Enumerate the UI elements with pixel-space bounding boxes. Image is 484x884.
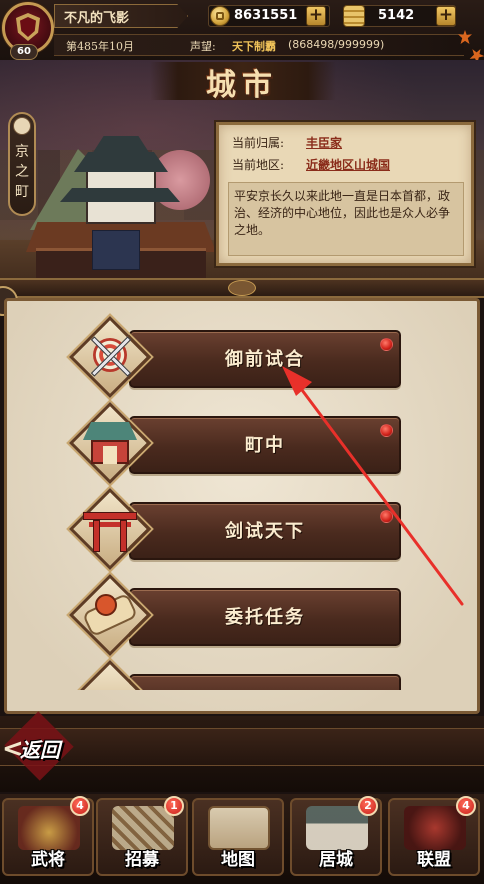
gold-coin-icon — [210, 6, 230, 26]
reputation-rank: 天下制霸 — [232, 40, 276, 53]
region-label: 当前地区: — [232, 158, 285, 172]
crossed-swords-target-icon[interactable] — [68, 315, 152, 399]
castle-icon — [306, 806, 368, 850]
rice-amount: 5142 — [378, 8, 415, 23]
alliance-emblem-icon — [404, 806, 466, 850]
nav-generals-button[interactable]: 武将 4 — [2, 796, 94, 876]
region-link[interactable]: 近畿地区山城国 — [306, 156, 390, 173]
castle-illustration — [20, 130, 220, 280]
game-date: 第485年10月 — [66, 40, 134, 53]
nav-recruit-button[interactable]: 招募 1 — [96, 796, 188, 876]
gold-amount: 8631551 — [234, 8, 298, 23]
rice-bale-icon — [343, 5, 365, 27]
menu-item-commissions[interactable]: 委托任务 — [129, 588, 401, 646]
divider-ornament-icon — [228, 280, 256, 296]
nav-label: 联盟 — [417, 850, 451, 870]
page-title: 城市 — [206, 68, 278, 103]
owner-label: 当前归属: — [232, 136, 285, 150]
menu-item-partial[interactable] — [129, 674, 401, 690]
notification-dot — [380, 338, 393, 351]
menu-item-imperial-tournament[interactable]: 御前试合 — [129, 330, 401, 388]
nav-label: 居城 — [319, 850, 353, 870]
partial-menu-icon[interactable] — [68, 659, 152, 690]
scroll-icon[interactable] — [68, 573, 152, 657]
nav-label: 地图 — [221, 850, 255, 870]
menu-item-label: 委托任务 — [225, 607, 305, 628]
menu-item-label: 剑试天下 — [225, 521, 305, 542]
menu-item-label: 町中 — [245, 435, 285, 456]
nav-badge: 2 — [358, 796, 378, 816]
menu-item-label: 御前试合 — [225, 349, 305, 370]
townhouse-icon[interactable] — [68, 401, 152, 485]
menu-item-sword-trial[interactable]: 剑试天下 — [129, 502, 401, 560]
player-name: 不凡的飞影 — [64, 11, 130, 26]
nav-castle-button[interactable]: 居城 2 — [290, 796, 382, 876]
reputation-value: (868498/999999) — [288, 38, 385, 51]
city-description: 平安京长久以来此地一直是日本首都，政治、经济的中心地位，因此也是众人必争之地。 — [234, 189, 451, 237]
nav-badge: 1 — [164, 796, 184, 816]
recruit-banner-icon — [112, 806, 174, 850]
samurai-helmet-icon — [18, 806, 80, 850]
city-menu-list[interactable]: 御前试合 町中 剑试天下 委托任务 — [7, 300, 477, 690]
nav-map-button[interactable]: 地图 — [192, 798, 284, 876]
reputation-label: 声望: — [190, 40, 216, 53]
owner-clan-link[interactable]: 丰臣家 — [306, 134, 342, 151]
add-rice-button[interactable]: + — [436, 6, 456, 26]
nav-alliance-button[interactable]: 联盟 4 — [388, 796, 480, 876]
nav-label: 招募 — [125, 850, 159, 870]
nav-label: 武将 — [31, 850, 65, 870]
add-gold-button[interactable]: + — [306, 6, 326, 26]
menu-item-town[interactable]: 町中 — [129, 416, 401, 474]
torii-gate-icon[interactable] — [68, 487, 152, 571]
notification-dot — [380, 424, 393, 437]
nav-badge: 4 — [70, 796, 90, 816]
notification-dot — [380, 510, 393, 523]
return-label[interactable]: 返回 — [20, 734, 60, 763]
map-scroll-icon — [208, 806, 270, 850]
player-level-badge: 60 — [10, 44, 38, 60]
nav-badge: 4 — [456, 796, 476, 816]
